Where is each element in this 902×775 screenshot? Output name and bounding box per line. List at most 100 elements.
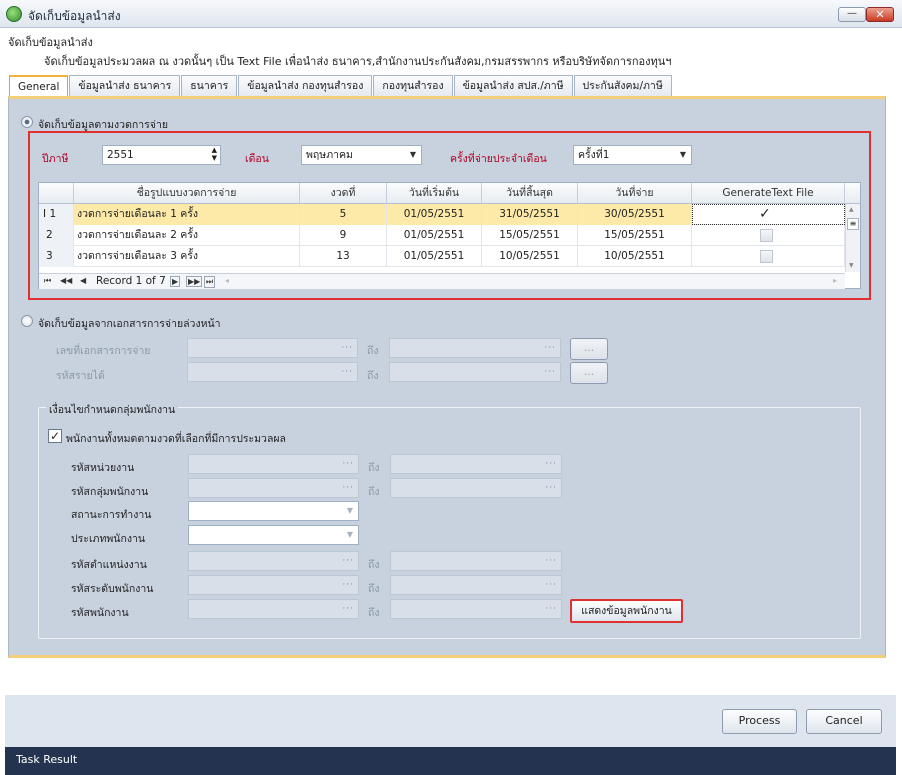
table-row[interactable]: 3 งวดการจ่ายเดือนละ 3 ครั้ง 13 01/05/255… — [39, 246, 845, 267]
month-select[interactable]: พฤษภาคม ▼ — [301, 145, 422, 165]
cell-name[interactable]: งวดการจ่ายเดือนละ 2 ครั้ง — [74, 225, 300, 246]
ellipsis-icon[interactable]: ··· — [544, 363, 556, 381]
generate-checkbox[interactable] — [760, 229, 773, 242]
scroll-thumb[interactable]: ≡ — [847, 218, 859, 230]
ellipsis-icon[interactable]: ··· — [342, 552, 354, 570]
period-radio[interactable] — [21, 116, 33, 128]
cancel-button[interactable]: Cancel — [806, 709, 882, 734]
doc-no-from-input[interactable]: ··· — [187, 338, 358, 358]
col-header-start[interactable]: วันที่เริ่มต้น — [387, 183, 482, 204]
cell-period[interactable]: 5 — [300, 204, 387, 225]
ellipsis-icon[interactable]: ··· — [342, 455, 354, 473]
generate-checkbox[interactable] — [760, 250, 773, 263]
cell-end[interactable]: 10/05/2551 — [482, 246, 578, 267]
doc-radio[interactable] — [21, 315, 33, 327]
cell-pay[interactable]: 30/05/2551 — [578, 204, 692, 225]
ellipsis-icon[interactable]: ··· — [545, 455, 557, 473]
emp-code-to-input[interactable]: ··· — [390, 599, 562, 619]
cell-period[interactable]: 9 — [300, 225, 387, 246]
nav-first-icon[interactable]: ⏮ — [44, 276, 51, 286]
nav-prev-icon[interactable]: ◀ — [80, 276, 86, 285]
hscroll-left-icon[interactable]: ◂ — [225, 276, 229, 285]
col-header-end[interactable]: วันที่สิ้นสุด — [482, 183, 578, 204]
process-button[interactable]: Process — [722, 709, 797, 734]
cell-name[interactable]: งวดการจ่ายเดือนละ 3 ครั้ง — [74, 246, 300, 267]
nav-next-icon[interactable]: ▶ — [170, 276, 181, 287]
cell-generate[interactable] — [692, 225, 845, 246]
emp-group-from-input[interactable]: ··· — [188, 478, 359, 498]
checkmark-icon[interactable]: ✓ — [759, 205, 771, 224]
ellipsis-icon[interactable]: ··· — [544, 339, 556, 357]
table-row[interactable]: I 1 งวดการจ่ายเดือนละ 1 ครั้ง 5 01/05/25… — [39, 204, 845, 225]
cell-period[interactable]: 13 — [300, 246, 387, 267]
cell-pay[interactable]: 10/05/2551 — [578, 246, 692, 267]
income-code-from-input[interactable]: ··· — [187, 362, 358, 382]
tab-bank-export[interactable]: ข้อมูลนำส่ง ธนาคาร — [69, 75, 181, 97]
cell-name[interactable]: งวดการจ่ายเดือนละ 1 ครั้ง — [74, 204, 300, 225]
ellipsis-icon[interactable]: ··· — [342, 600, 354, 618]
ellipsis-icon[interactable]: ··· — [342, 576, 354, 594]
position-from-input[interactable]: ··· — [188, 551, 359, 571]
spin-down-icon[interactable]: ▼ — [212, 155, 217, 162]
show-employees-button[interactable]: แสดงข้อมูลพนักงาน — [570, 599, 683, 623]
spin-up-icon[interactable]: ▲ — [212, 147, 217, 154]
year-spinner[interactable]: 2551 ▲ ▼ — [102, 145, 221, 165]
ellipsis-icon[interactable]: ··· — [545, 552, 557, 570]
position-to-input[interactable]: ··· — [390, 551, 562, 571]
nav-last-icon[interactable]: ⏭ — [204, 276, 216, 288]
emp-type-select[interactable]: ▼ — [188, 525, 359, 545]
ellipsis-icon[interactable]: ··· — [545, 576, 557, 594]
ellipsis-icon[interactable]: ··· — [341, 363, 353, 381]
col-header-name[interactable]: ชื่อรูปแบบงวดการจ่าย — [74, 183, 300, 204]
tab-provident[interactable]: กองทุนสำรอง — [373, 75, 453, 97]
ellipsis-icon[interactable]: ··· — [545, 600, 557, 618]
table-row[interactable]: 2 งวดการจ่ายเดือนละ 2 ครั้ง 9 01/05/2551… — [39, 225, 845, 246]
scroll-up-icon[interactable]: ▲ — [849, 206, 854, 213]
income-browse-button[interactable]: ... — [570, 362, 608, 384]
col-header-generate[interactable]: GenerateText File — [692, 183, 845, 204]
cell-start[interactable]: 01/05/2551 — [387, 225, 482, 246]
tab-provident-export[interactable]: ข้อมูลนำส่ง กองทุนสำรอง — [238, 75, 373, 97]
minimize-button[interactable]: — — [838, 7, 866, 22]
income-code-label: รหัสรายได้ — [56, 370, 105, 382]
work-status-select[interactable]: ▼ — [188, 501, 359, 521]
tab-general[interactable]: General — [9, 75, 69, 98]
col-header-pay[interactable]: วันที่จ่าย — [578, 183, 692, 204]
tab-bank[interactable]: ธนาคาร — [181, 75, 238, 97]
emp-type-label: ประเภทพนักงาน — [71, 533, 146, 545]
nav-next-page-icon[interactable]: ▶▶ — [186, 276, 203, 287]
emp-group-to-input[interactable]: ··· — [390, 478, 562, 498]
cell-end[interactable]: 31/05/2551 — [482, 204, 578, 225]
ellipsis-icon[interactable]: ··· — [341, 339, 353, 357]
doc-browse-button[interactable]: ... — [570, 338, 608, 360]
close-button[interactable]: ✕ — [866, 7, 894, 22]
cell-generate[interactable]: ✓ — [692, 204, 845, 225]
cell-start[interactable]: 01/05/2551 — [387, 204, 482, 225]
tab-sso-tax-export[interactable]: ข้อมูลนำส่ง สปส./ภาษี — [453, 75, 573, 97]
ellipsis-icon[interactable]: ··· — [342, 479, 354, 497]
nav-prev-page-icon[interactable]: ◀◀ — [60, 276, 72, 285]
income-to-label: ถึง — [367, 370, 379, 382]
level-to-input[interactable]: ··· — [390, 575, 562, 595]
hscroll-right-icon[interactable]: ▸ — [833, 276, 837, 285]
emp-code-from-input[interactable]: ··· — [188, 599, 359, 619]
dept-from-input[interactable]: ··· — [188, 454, 359, 474]
doc-no-to-input[interactable]: ··· — [389, 338, 561, 358]
cell-end[interactable]: 15/05/2551 — [482, 225, 578, 246]
times-select[interactable]: ครั้งที่1 ▼ — [573, 145, 692, 165]
income-code-to-input[interactable]: ··· — [389, 362, 561, 382]
grid-navigator: ⏮ ◀◀ ◀ Record 1 of 7 ▶ ▶▶ ⏭ ◂ ▸ — [39, 273, 845, 289]
task-result-bar[interactable]: Task Result — [5, 747, 896, 775]
position-label: รหัสตำแหน่งงาน — [71, 559, 147, 571]
all-employees-checkbox[interactable]: ✓ — [48, 429, 62, 443]
cell-generate[interactable] — [692, 246, 845, 267]
dept-to-input[interactable]: ··· — [390, 454, 562, 474]
grid-vertical-scrollbar[interactable]: ▲ ≡ ▼ — [845, 204, 860, 272]
ellipsis-icon[interactable]: ··· — [545, 479, 557, 497]
scroll-down-icon[interactable]: ▼ — [849, 262, 854, 269]
cell-pay[interactable]: 15/05/2551 — [578, 225, 692, 246]
col-header-period[interactable]: งวดที่ — [300, 183, 387, 204]
cell-start[interactable]: 01/05/2551 — [387, 246, 482, 267]
level-from-input[interactable]: ··· — [188, 575, 359, 595]
tab-sso-tax[interactable]: ประกันสังคม/ภาษี — [573, 75, 672, 97]
